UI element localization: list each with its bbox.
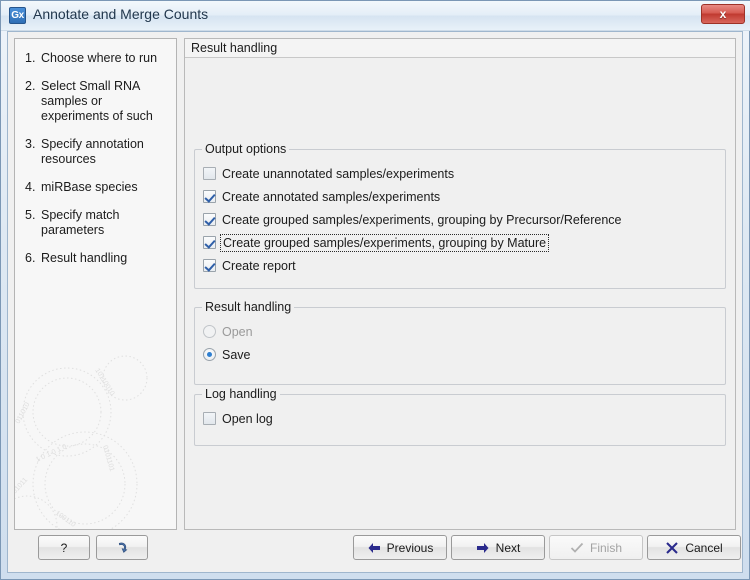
svg-text:0101101: 0101101 <box>101 445 115 473</box>
log-handling-group: Log handling Open log <box>194 387 726 446</box>
wizard-step-number: 3. <box>25 137 36 151</box>
radio-row: Open <box>203 320 725 343</box>
cancel-button[interactable]: Cancel <box>647 535 741 560</box>
result-handling-group: Result handling Open Save <box>194 300 726 385</box>
title-bar: Gx Annotate and Merge Counts x <box>1 1 750 31</box>
checkbox-icon[interactable] <box>203 190 216 203</box>
wizard-step-label: Specify match parameters <box>41 208 120 237</box>
dialog-button-bar: ? Previous Next Finish Cancel <box>14 530 741 566</box>
result-handling-title: Result handling <box>202 300 295 314</box>
wizard-step-number: 4. <box>25 180 36 194</box>
finish-label: Finish <box>589 540 622 555</box>
close-icon[interactable]: x <box>701 4 745 24</box>
wizard-step[interactable]: 2. Select Small RNA samples or experiment… <box>21 79 170 124</box>
wizard-step-list: 1. Choose where to run 2. Select Small RNA … <box>15 39 176 266</box>
radio-label: Save <box>222 347 251 362</box>
checkbox-row[interactable]: Create report <box>203 254 725 277</box>
previous-button[interactable]: Previous <box>353 535 447 560</box>
wizard-step[interactable]: 6. Result handling <box>21 251 170 266</box>
checkbox-icon[interactable] <box>203 236 216 249</box>
content-header: Result handling <box>185 39 735 58</box>
wizard-step-number: 6. <box>25 251 36 265</box>
checkmark-icon <box>570 542 584 554</box>
log-handling-title: Log handling <box>202 387 280 401</box>
previous-label: Previous <box>386 540 434 555</box>
finish-button[interactable]: Finish <box>549 535 643 560</box>
wizard-step-label: Select Small RNA samples or experiments … <box>41 79 153 123</box>
checkbox-row[interactable]: Create grouped samples/experiments, grou… <box>203 208 725 231</box>
checkbox-icon[interactable] <box>203 167 216 180</box>
help-label: ? <box>60 540 68 555</box>
checkbox-label: Create unannotated samples/experiments <box>222 166 455 181</box>
result-handling-list: Open Save <box>195 308 725 366</box>
checkbox-label: Open log <box>222 411 273 426</box>
wizard-step-number: 1. <box>25 51 36 65</box>
checkbox-label: Create annotated samples/experiments <box>222 189 441 204</box>
output-options-list: Create unannotated samples/experiments Cr… <box>195 150 725 277</box>
help-button[interactable]: ? <box>38 535 90 560</box>
checkbox-label: Create grouped samples/experiments, grou… <box>219 233 550 252</box>
checkbox-icon[interactable] <box>203 259 216 272</box>
checkbox-row[interactable]: Open log <box>203 407 725 430</box>
x-cross-icon <box>665 541 679 554</box>
checkbox-label: Create grouped samples/experiments, grou… <box>222 212 622 227</box>
next-button[interactable]: Next <box>451 535 545 560</box>
wizard-step-number: 5. <box>25 208 36 222</box>
wizard-step[interactable]: 1. Choose where to run <box>21 51 170 66</box>
content-pane: Result handling Output options Create un… <box>184 38 736 530</box>
undo-arrow-icon <box>115 540 130 555</box>
wizard-step-label: Choose where to run <box>41 51 158 65</box>
svg-text:011010: 011010 <box>15 401 32 425</box>
wizard-step-label: Result handling <box>41 251 128 265</box>
arrow-left-icon <box>367 542 381 554</box>
svg-text:1 0 1 0 1 0: 1 0 1 0 1 0 <box>35 443 68 463</box>
next-label: Next <box>495 540 521 555</box>
output-options-title: Output options <box>202 142 290 156</box>
cancel-label: Cancel <box>685 540 723 555</box>
checkbox-row[interactable]: Create unannotated samples/experiments <box>203 162 725 185</box>
dialog-body: 1. Choose where to run 2. Select Small RNA … <box>7 31 743 573</box>
wizard-step-label: miRBase species <box>41 180 138 194</box>
radio-icon[interactable] <box>203 348 216 361</box>
reset-button[interactable] <box>96 535 148 560</box>
svg-text:100110: 100110 <box>54 510 77 529</box>
wizard-step-number: 2. <box>25 79 36 93</box>
arrow-right-icon <box>476 542 490 554</box>
app-icon: Gx <box>9 7 26 24</box>
wizard-step[interactable]: 5. Specify match parameters <box>21 208 170 238</box>
wizard-steps-sidebar: 1. Choose where to run 2. Select Small RNA … <box>14 38 177 530</box>
radio-row[interactable]: Save <box>203 343 725 366</box>
wizard-step[interactable]: 4. miRBase species <box>21 180 170 195</box>
radio-label: Open <box>222 324 253 339</box>
checkbox-icon[interactable] <box>203 213 216 226</box>
svg-text:01011: 01011 <box>14 476 29 495</box>
checkbox-icon[interactable] <box>203 412 216 425</box>
wizard-step[interactable]: 3. Specify annotation resources <box>21 137 170 167</box>
checkbox-row[interactable]: Create annotated samples/experiments <box>203 185 725 208</box>
binary-spiral-watermark: 10110010 1 0 1 0 1 0 0101101 011010 1001… <box>14 355 148 529</box>
dialog-window: Gx Annotate and Merge Counts x 1. Choose … <box>0 0 750 580</box>
checkbox-label: Create report <box>222 258 296 273</box>
radio-icon <box>203 325 216 338</box>
svg-text:10110010: 10110010 <box>93 367 115 397</box>
wizard-step-label: Specify annotation resources <box>41 137 144 166</box>
checkbox-row[interactable]: Create grouped samples/experiments, grou… <box>203 231 725 254</box>
output-options-group: Output options Create unannotated sample… <box>194 142 726 289</box>
window-title: Annotate and Merge Counts <box>33 6 209 22</box>
